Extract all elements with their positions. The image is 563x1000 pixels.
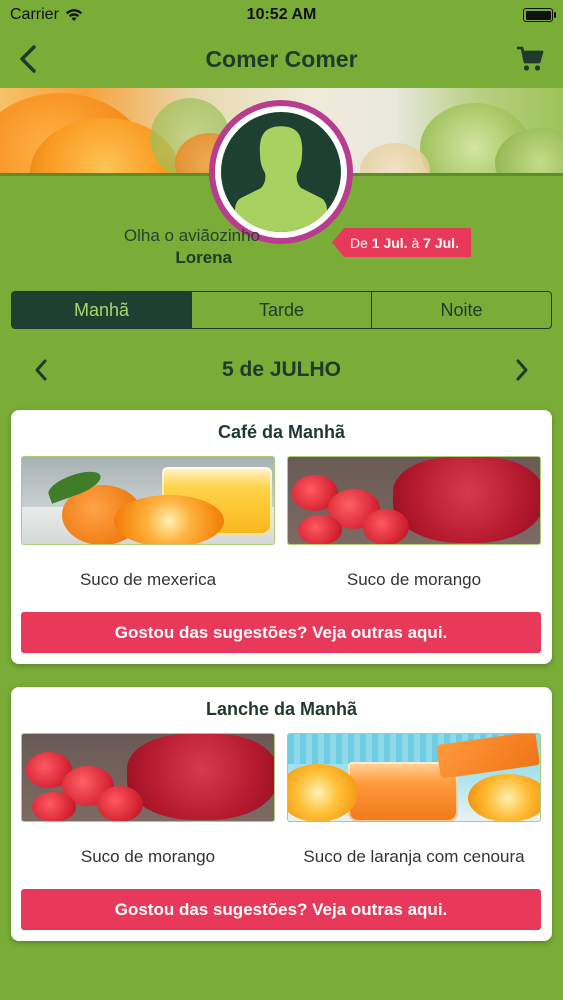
nav-bar: Comer Comer: [0, 30, 563, 88]
strawberry-juice-image[interactable]: [287, 456, 541, 545]
battery-icon: [523, 8, 556, 22]
more-suggestions-button[interactable]: Gostou das sugestões? Veja outras aqui.: [21, 889, 541, 930]
orange-carrot-juice-image[interactable]: [287, 733, 541, 822]
profile-user: Lorena: [175, 248, 232, 267]
page-title: Comer Comer: [205, 45, 358, 72]
user-silhouette-icon: [221, 112, 341, 232]
meal-item-caption: Suco de laranja com cenoura: [303, 847, 525, 866]
meal-title: Lanche da Manhã: [205, 699, 358, 719]
date-range-middle: à: [407, 234, 424, 251]
next-day-chevron-icon[interactable]: [509, 358, 533, 382]
status-left: Carrier: [10, 6, 83, 24]
date-range-start: 1 Jul.: [371, 234, 408, 251]
more-suggestions-button[interactable]: Gostou das sugestões? Veja outras aqui.: [21, 612, 541, 653]
carrier-label: Carrier: [10, 6, 59, 23]
previous-day-chevron-icon[interactable]: [30, 358, 54, 382]
date-range-badge: De 1 Jul. à 7 Jul.: [332, 228, 471, 257]
meal-item-caption: Suco de morango: [346, 570, 482, 589]
cart-icon[interactable]: [515, 44, 545, 74]
meal-item-caption: Suco de morango: [80, 847, 216, 866]
wifi-icon: [65, 9, 82, 21]
meal-card-lanche-da-manha: Lanche da Manhã Suco de morango Suco de …: [11, 687, 552, 941]
tab-noite[interactable]: Noite: [371, 292, 551, 328]
meal-card-cafe-da-manha: Café da Manhã Suco de mexerica Suco de m…: [11, 410, 552, 664]
avatar[interactable]: [209, 100, 353, 244]
date-range-end: 7 Jul.: [423, 234, 459, 251]
status-bar: Carrier 10:52 AM: [0, 0, 563, 30]
meal-title: Café da Manhã: [217, 422, 346, 442]
date-navigator: 5 de JULHO: [0, 350, 563, 390]
tab-manha[interactable]: Manhã: [12, 292, 191, 328]
profile-name: Olha o aviãozinho: [123, 226, 260, 245]
chevron-left-icon[interactable]: [14, 43, 44, 75]
date-range-prefix: De: [350, 234, 372, 251]
tab-tarde[interactable]: Tarde: [191, 292, 371, 328]
tangerine-juice-image[interactable]: [21, 456, 275, 545]
meal-item-caption: Suco de mexerica: [79, 570, 217, 589]
period-segmented-control: Manhã Tarde Noite: [11, 291, 552, 329]
date-title: 5 de JULHO: [221, 358, 342, 381]
strawberry-juice-image[interactable]: [21, 733, 275, 822]
status-time: 10:52 AM: [246, 6, 317, 23]
